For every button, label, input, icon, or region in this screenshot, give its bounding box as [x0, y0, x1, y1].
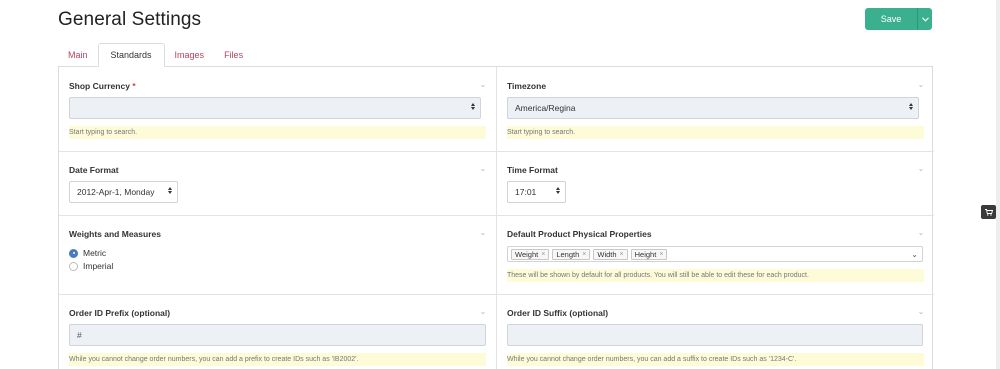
collapse-chevron-icon[interactable]: ⌄ — [478, 164, 488, 174]
row-divider — [59, 294, 934, 295]
chevron-down-icon — [921, 16, 929, 22]
page-scrollbar[interactable] — [996, 0, 1000, 369]
order-prefix-label: Order ID Prefix (optional) — [69, 308, 171, 318]
remove-tag-icon[interactable]: × — [582, 251, 586, 258]
order-suffix-label: Order ID Suffix (optional) — [507, 308, 609, 318]
shop-currency-select[interactable] — [69, 97, 481, 119]
save-button-group: Save — [865, 8, 932, 30]
physical-properties-tag-input[interactable]: Weight × Length × Width × Height × ⌄ — [507, 246, 923, 262]
time-format-select[interactable]: 17:01 — [507, 181, 566, 203]
shop-currency-label: Shop Currency * — [69, 81, 136, 91]
weights-measures-label: Weights and Measures — [69, 229, 161, 239]
remove-tag-icon[interactable]: × — [541, 251, 545, 258]
radio-unchecked-icon[interactable] — [69, 261, 78, 271]
order-suffix-input[interactable] — [507, 324, 923, 346]
required-marker: * — [132, 81, 136, 91]
save-options-toggle[interactable] — [918, 8, 932, 30]
radio-imperial[interactable]: Imperial — [69, 261, 113, 271]
row-divider — [59, 215, 934, 216]
tab-standards[interactable]: Standards — [97, 43, 165, 67]
remove-tag-icon[interactable]: × — [620, 251, 624, 258]
timezone-label: Timezone — [507, 81, 547, 91]
tab-main[interactable]: Main — [58, 43, 98, 67]
dropdown-chevron-icon[interactable]: ⌄ — [911, 250, 918, 259]
select-arrows-icon — [471, 103, 475, 110]
order-suffix-help: While you cannot change order numbers, y… — [507, 353, 924, 366]
time-format-label: Time Format — [507, 165, 558, 175]
collapse-chevron-icon[interactable]: ⌄ — [478, 80, 488, 90]
tab-files[interactable]: Files — [214, 43, 253, 67]
standards-panel: Shop Currency * ⌄ Start typing to search… — [58, 66, 934, 369]
date-format-select[interactable]: 2012-Apr-1, Monday — [69, 181, 178, 203]
collapse-chevron-icon[interactable]: ⌄ — [478, 307, 488, 317]
collapse-chevron-icon[interactable]: ⌄ — [916, 307, 926, 317]
remove-tag-icon[interactable]: × — [659, 251, 663, 258]
collapse-chevron-icon[interactable]: ⌄ — [916, 228, 926, 238]
radio-metric[interactable]: Metric — [69, 248, 106, 258]
tag-length: Length × — [552, 248, 591, 260]
order-prefix-help: While you cannot change order numbers, y… — [69, 353, 486, 366]
page-title: General Settings — [58, 9, 202, 30]
tag-weight: Weight × — [511, 248, 550, 260]
collapse-chevron-icon[interactable]: ⌄ — [916, 164, 926, 174]
column-divider — [496, 67, 497, 369]
collapse-chevron-icon[interactable]: ⌄ — [916, 80, 926, 90]
order-prefix-input[interactable]: # — [69, 324, 486, 346]
date-format-label: Date Format — [69, 165, 119, 175]
radio-checked-icon[interactable] — [69, 248, 78, 258]
tag-width: Width × — [593, 248, 628, 260]
physical-properties-label: Default Product Physical Properties — [507, 229, 652, 239]
save-button[interactable]: Save — [865, 8, 918, 30]
shopping-cart-icon[interactable] — [981, 205, 996, 219]
cart-glyph-icon — [984, 208, 993, 216]
select-arrows-icon — [909, 103, 913, 110]
tag-height: Height × — [630, 248, 668, 260]
row-divider — [59, 151, 934, 152]
physical-properties-help: These will be shown by default for all p… — [507, 269, 924, 282]
timezone-select[interactable]: America/Regina — [507, 97, 919, 119]
shop-currency-help: Start typing to search. — [69, 126, 486, 139]
tab-images[interactable]: Images — [165, 43, 215, 67]
collapse-chevron-icon[interactable]: ⌄ — [478, 228, 488, 238]
select-arrows-icon — [556, 187, 560, 194]
settings-tabs: Main Standards Images Files — [58, 43, 253, 67]
timezone-help: Start typing to search. — [507, 126, 924, 139]
select-arrows-icon — [168, 187, 172, 194]
